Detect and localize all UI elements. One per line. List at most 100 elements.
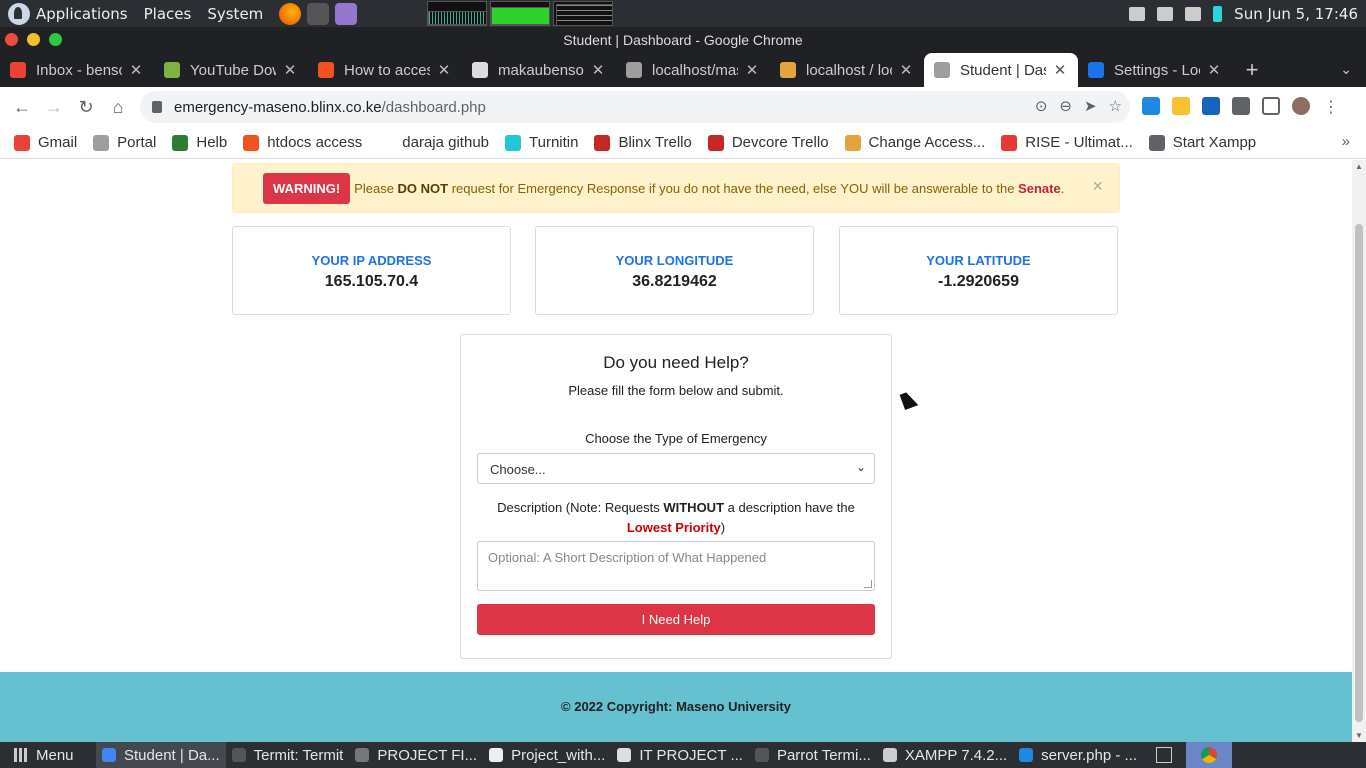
bookmark-item[interactable]: Blinx Trello xyxy=(594,134,692,151)
browser-tab[interactable]: How to access ✕ xyxy=(308,53,462,87)
emergency-type-label: Choose the Type of Emergency xyxy=(585,431,767,446)
minimize-window-button[interactable] xyxy=(27,33,40,46)
window-app-icon xyxy=(231,748,246,762)
bookmarks-overflow-icon[interactable]: » xyxy=(1342,133,1350,150)
home-icon[interactable]: ⌂ xyxy=(102,97,134,118)
bookmark-item[interactable]: Change Access... xyxy=(844,134,985,151)
taskbar-window-item[interactable]: Parrot Termi... xyxy=(749,742,877,768)
applications-menu[interactable]: Applications xyxy=(36,5,128,23)
browser-tab[interactable]: YouTube Dow ✕ xyxy=(154,53,308,87)
window-label: XAMPP 7.4.2... xyxy=(904,746,1008,764)
tab-close-icon[interactable]: ✕ xyxy=(898,61,914,79)
taskbar-window-item[interactable]: Project_with... xyxy=(483,742,611,768)
extension-icon[interactable] xyxy=(1142,97,1160,115)
browser-tab[interactable]: localhost/mas ✕ xyxy=(616,53,770,87)
system-panel: Applications Places System Sun Jun 5, 17… xyxy=(0,0,1366,27)
bookmark-item[interactable]: Turnitin xyxy=(505,134,578,151)
i-need-help-button[interactable]: I Need Help xyxy=(477,604,875,635)
keyboard-icon[interactable] xyxy=(1129,6,1146,21)
bookmark-item[interactable]: htdocs access xyxy=(243,134,362,151)
bookmark-item[interactable]: daraja github xyxy=(378,134,489,151)
tab-close-icon[interactable]: ✕ xyxy=(744,61,760,79)
clock[interactable]: Sun Jun 5, 17:46 xyxy=(1234,5,1358,23)
forward-icon[interactable]: → xyxy=(38,97,70,118)
browser-tab[interactable]: Settings - Loc ✕ xyxy=(1078,53,1232,87)
bookmark-item[interactable]: Start Xampp xyxy=(1148,134,1256,151)
more-menu-icon[interactable]: ⋮ xyxy=(1322,97,1340,116)
extension-icon[interactable] xyxy=(1202,97,1220,115)
send-icon[interactable]: ➤ xyxy=(1084,97,1097,115)
maximize-window-button[interactable] xyxy=(49,33,62,46)
text-editor-launcher-icon[interactable] xyxy=(335,2,358,25)
scroll-up-icon[interactable]: ▲ xyxy=(1355,162,1363,171)
zoom-icon[interactable]: ⊖ xyxy=(1059,97,1072,115)
wifi-icon[interactable] xyxy=(1185,6,1202,21)
lock-icon[interactable] xyxy=(152,101,162,113)
window-titlebar: Student | Dashboard - Google Chrome xyxy=(0,27,1366,53)
bookmark-favicon-icon xyxy=(14,134,30,151)
grid-icon xyxy=(14,748,28,762)
bookmark-star-icon[interactable]: ☆ xyxy=(1109,97,1122,115)
bookmark-item[interactable]: Helb xyxy=(172,134,227,151)
avatar[interactable] xyxy=(1292,97,1310,115)
back-icon[interactable]: ← xyxy=(6,97,38,118)
chrome-tray-icon[interactable] xyxy=(1186,742,1232,768)
card-label: YOUR LONGITUDE xyxy=(615,253,734,268)
latitude-card: YOUR LATITUDE -1.2920659 xyxy=(839,226,1118,315)
emergency-type-select[interactable]: Choose... ⌄ xyxy=(477,453,875,484)
browser-tab[interactable]: makaubenson ✕ xyxy=(462,53,616,87)
resize-grip-icon[interactable] xyxy=(864,580,872,588)
taskbar-window-item[interactable]: Student | Da... xyxy=(96,742,226,768)
tab-close-icon[interactable]: ✕ xyxy=(436,61,452,79)
battery-icon[interactable] xyxy=(1213,5,1223,22)
scrollbar-thumb[interactable] xyxy=(1355,224,1363,722)
longitude-card: YOUR LONGITUDE 36.8219462 xyxy=(535,226,814,315)
parrot-logo-icon[interactable] xyxy=(8,2,30,25)
bookmark-label: Blinx Trello xyxy=(618,134,692,151)
sidepanel-icon[interactable] xyxy=(1262,97,1280,115)
page-footer: © 2022 Copyright: Maseno University xyxy=(0,672,1352,742)
taskbar-window-item[interactable]: PROJECT FI... xyxy=(349,742,483,768)
places-menu[interactable]: Places xyxy=(144,5,192,23)
bookmark-item[interactable]: RISE - Ultimat... xyxy=(1001,134,1133,151)
tab-label: Inbox - benso xyxy=(36,61,122,79)
puzzle-icon[interactable] xyxy=(1232,97,1250,115)
location-icon[interactable]: ⊙ xyxy=(1035,97,1048,115)
tab-strip: Inbox - benso ✕ YouTube Dow ✕ How to access ✕… xyxy=(0,53,1366,87)
tab-close-icon[interactable]: ✕ xyxy=(282,61,298,79)
browser-tab[interactable]: localhost / loc ✕ xyxy=(770,53,924,87)
reload-icon[interactable]: ↻ xyxy=(70,97,102,118)
workspace-switcher-icon[interactable] xyxy=(1156,747,1172,763)
card-value: 165.105.70.4 xyxy=(324,273,419,290)
volume-icon[interactable] xyxy=(1157,6,1174,21)
description-textarea[interactable]: Optional: A Short Description of What Ha… xyxy=(477,541,875,591)
tab-close-icon[interactable]: ✕ xyxy=(590,61,606,79)
tab-close-icon[interactable]: ✕ xyxy=(1052,61,1068,79)
page-viewport: WARNING! Please DO NOT request for Emerg… xyxy=(0,160,1352,742)
taskbar-window-item[interactable]: IT PROJECT ... xyxy=(611,742,749,768)
tab-label: localhost / loc xyxy=(806,61,892,79)
taskbar-window-item[interactable]: XAMPP 7.4.2... xyxy=(877,742,1013,768)
bookmark-item[interactable]: Gmail xyxy=(14,134,77,151)
browser-tab[interactable]: Student | Das ✕ xyxy=(924,53,1078,87)
firefox-launcher-icon[interactable] xyxy=(279,2,302,25)
terminal-launcher-icon[interactable] xyxy=(307,2,330,25)
system-menu[interactable]: System xyxy=(207,5,263,23)
start-menu-button[interactable]: Menu xyxy=(0,747,96,764)
taskbar-window-item[interactable]: Termit: Termit xyxy=(226,742,350,768)
tab-favicon-icon xyxy=(626,62,642,78)
close-alert-icon[interactable]: × xyxy=(1092,176,1103,197)
extension-lock-icon[interactable] xyxy=(1172,97,1190,115)
browser-tab[interactable]: Inbox - benso ✕ xyxy=(0,53,154,87)
page-scrollbar[interactable]: ▲ ▼ xyxy=(1352,160,1366,742)
bookmark-item[interactable]: Devcore Trello xyxy=(707,134,829,151)
tab-close-icon[interactable]: ✕ xyxy=(1206,61,1222,79)
close-window-button[interactable] xyxy=(5,33,18,46)
tab-close-icon[interactable]: ✕ xyxy=(128,61,144,79)
new-tab-button[interactable]: + xyxy=(1232,53,1272,87)
scroll-down-icon[interactable]: ▼ xyxy=(1355,731,1363,740)
address-bar[interactable]: emergency-maseno.blinx.co.ke/dashboard.p… xyxy=(140,91,1130,123)
bookmark-item[interactable]: Portal xyxy=(93,134,156,151)
taskbar-window-item[interactable]: server.php - ... xyxy=(1013,742,1143,768)
tab-search-chevron-icon[interactable]: ⌄ xyxy=(1340,61,1352,78)
